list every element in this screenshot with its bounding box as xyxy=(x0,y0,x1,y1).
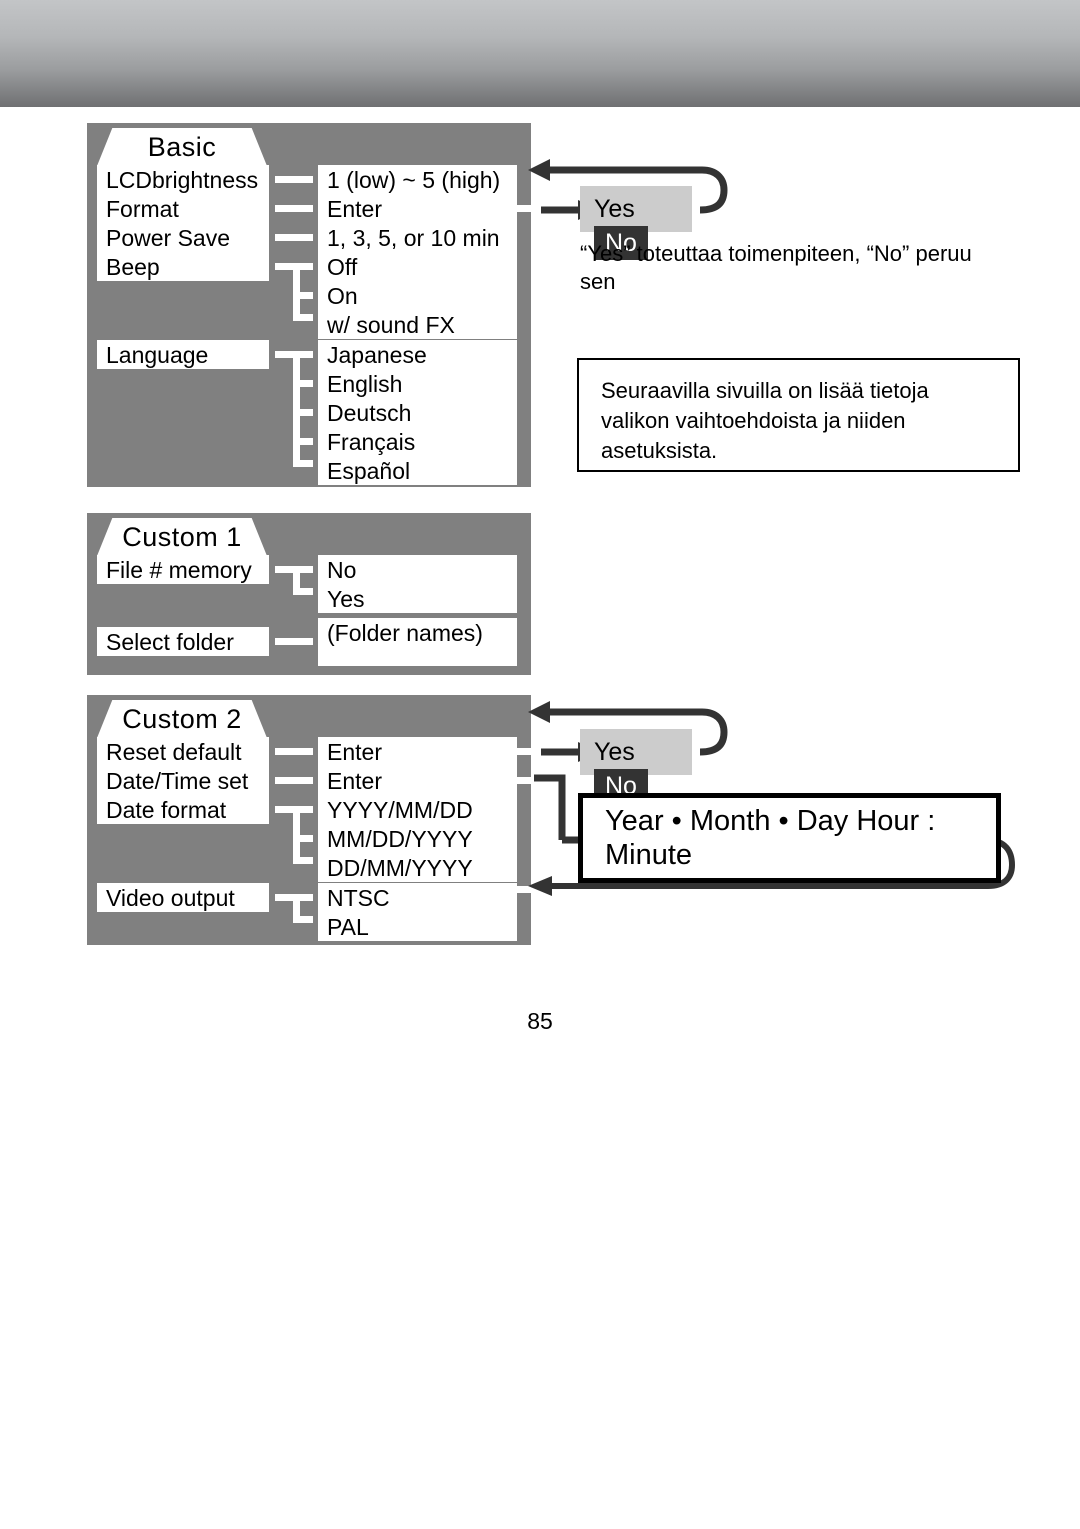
connector-beep-branch-on xyxy=(293,292,313,299)
menu-item-power-save[interactable]: Power Save xyxy=(97,223,269,252)
connector-video-output-exit-stub xyxy=(517,886,533,893)
value-language-francais[interactable]: Français xyxy=(318,427,517,456)
value-date-time-set-enter[interactable]: Enter xyxy=(318,766,517,795)
menu-item-file-number-memory[interactable]: File # memory xyxy=(97,555,269,584)
connector-power-save xyxy=(275,234,313,241)
connector-date-time-set xyxy=(275,777,313,784)
value-file-number-memory-yes[interactable]: Yes xyxy=(318,584,517,613)
value-power-save[interactable]: 1, 3, 5, or 10 min xyxy=(318,223,517,252)
connector-video-output-branch-pal xyxy=(293,916,313,923)
value-date-format-mdy[interactable]: MM/DD/YYYY xyxy=(318,824,517,853)
section-tab-custom1: Custom 1 xyxy=(97,518,267,556)
value-beep-sound-fx[interactable]: w/ sound FX xyxy=(318,310,517,339)
caption-basic-confirm: “Yes” toteuttaa toimenpiteen, “No” peruu… xyxy=(580,241,972,294)
info-note-box: Seuraavilla sivuilla on lisää tietoja va… xyxy=(577,358,1020,472)
value-beep-on[interactable]: On xyxy=(318,281,517,310)
connector-language-branch-francais xyxy=(293,438,313,445)
connector-reset-default xyxy=(275,748,313,755)
connector-language-branch-espanol xyxy=(293,460,313,467)
connector-format xyxy=(275,205,313,212)
connector-beep-branch-fx xyxy=(293,314,313,321)
value-reset-default-enter[interactable]: Enter xyxy=(318,737,517,766)
value-select-folder-names[interactable]: (Folder names) xyxy=(318,618,517,666)
connector-language-branch-deutsch xyxy=(293,409,313,416)
page-number: 85 xyxy=(527,1008,553,1034)
value-date-format-ymd[interactable]: YYYY/MM/DD xyxy=(318,795,517,824)
confirm-chip-basic: YesNo xyxy=(580,186,692,260)
connector-select-folder xyxy=(275,638,313,645)
value-language-espanol[interactable]: Español xyxy=(318,456,517,485)
connector-language-branch-english xyxy=(293,380,313,387)
page-header-band xyxy=(0,0,1080,107)
value-format[interactable]: Enter xyxy=(318,194,517,223)
value-beep-off[interactable]: Off xyxy=(318,252,517,281)
connector-reset-default-exit-stub xyxy=(517,748,533,755)
menu-item-video-output[interactable]: Video output xyxy=(97,883,269,912)
confirm-chip-custom2: YesNo xyxy=(580,729,692,803)
confirm-yes-custom2[interactable]: Yes xyxy=(594,735,647,769)
value-video-output-ntsc[interactable]: NTSC xyxy=(318,883,517,912)
value-date-format-dmy[interactable]: DD/MM/YYYY xyxy=(318,853,517,882)
connector-format-exit-stub xyxy=(517,205,533,212)
confirm-yes-basic[interactable]: Yes xyxy=(594,192,647,226)
menu-item-language[interactable]: Language xyxy=(97,340,269,369)
connector-date-format-branch-dmy xyxy=(293,857,313,864)
connector-file-memory-branch-yes xyxy=(293,588,313,595)
menu-item-format[interactable]: Format xyxy=(97,194,269,223)
value-file-number-memory-no[interactable]: No xyxy=(318,555,517,584)
menu-item-date-time-set[interactable]: Date/Time set xyxy=(97,766,269,795)
section-tab-custom2: Custom 2 xyxy=(97,700,267,738)
value-language-japanese[interactable]: Japanese xyxy=(318,340,517,369)
menu-item-select-folder[interactable]: Select folder xyxy=(97,627,269,656)
menu-item-lcdbrightness[interactable]: LCDbrightness xyxy=(97,165,269,194)
connector-date-time-set-exit-stub xyxy=(517,777,533,784)
value-lcdbrightness[interactable]: 1 (low) ~ 5 (high) xyxy=(318,165,517,194)
datetime-format-box[interactable]: Year • Month • Day Hour : Minute xyxy=(578,793,1001,883)
value-language-deutsch[interactable]: Deutsch xyxy=(318,398,517,427)
menu-item-reset-default[interactable]: Reset default xyxy=(97,737,269,766)
menu-item-date-format[interactable]: Date format xyxy=(97,795,269,824)
connector-lcdbrightness xyxy=(275,176,313,183)
value-video-output-pal[interactable]: PAL xyxy=(318,912,517,941)
value-language-english[interactable]: English xyxy=(318,369,517,398)
section-tab-basic: Basic xyxy=(97,128,267,166)
menu-item-beep[interactable]: Beep xyxy=(97,252,269,281)
connector-date-format-branch-mdy xyxy=(293,835,313,842)
